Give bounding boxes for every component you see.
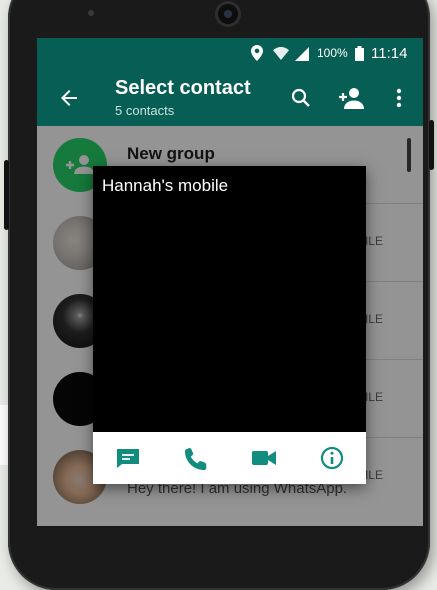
volume-button xyxy=(4,160,9,230)
video-call-icon[interactable] xyxy=(251,446,277,470)
add-contact-icon[interactable] xyxy=(337,85,365,111)
contact-quick-view: Hannah's mobile xyxy=(93,166,366,484)
wifi-icon xyxy=(273,47,289,60)
page-title: Select contact xyxy=(115,77,251,99)
speaker-dot xyxy=(88,10,94,16)
app-bar: Select contact 5 contacts xyxy=(37,70,423,126)
call-icon[interactable] xyxy=(183,446,209,470)
back-arrow-icon[interactable] xyxy=(57,86,81,110)
battery-icon xyxy=(355,46,364,61)
front-camera xyxy=(218,4,238,24)
clock: 11:14 xyxy=(371,45,408,62)
popup-contact-name: Hannah's mobile xyxy=(102,176,229,195)
power-button xyxy=(429,120,434,170)
search-icon[interactable] xyxy=(289,86,313,110)
battery-percent: 100% xyxy=(317,46,348,60)
signal-icon xyxy=(295,47,309,61)
status-bar: 100% 11:14 xyxy=(37,38,423,70)
popup-action-bar xyxy=(93,432,366,484)
more-options-icon[interactable] xyxy=(387,86,411,110)
message-icon[interactable] xyxy=(115,446,141,470)
phone-screen: 100% 11:14 Select contact 5 contacts New… xyxy=(37,38,423,526)
location-icon xyxy=(251,45,263,61)
phone-frame: 100% 11:14 Select contact 5 contacts New… xyxy=(4,0,434,590)
contact-count: 5 contacts xyxy=(115,103,175,118)
info-icon[interactable] xyxy=(319,446,345,470)
